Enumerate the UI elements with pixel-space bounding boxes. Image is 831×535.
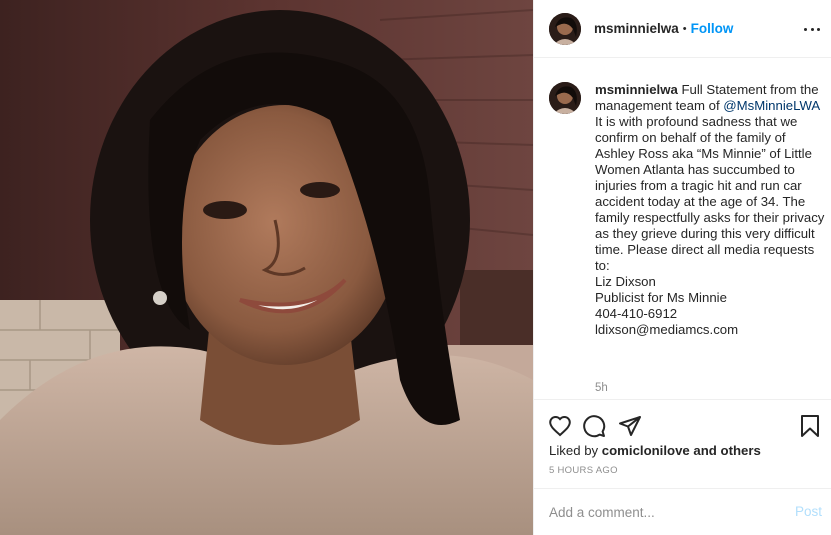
avatar[interactable] xyxy=(549,12,581,45)
liked-by-user[interactable]: comiclonilove xyxy=(602,443,690,458)
follow-button[interactable]: Follow xyxy=(691,21,734,36)
caption-text: msminnielwa Full Statement from the mana… xyxy=(595,82,825,338)
post-author-username[interactable]: msminnielwa xyxy=(594,21,679,36)
separator-dot: • xyxy=(682,22,687,35)
caption-username[interactable]: msminnielwa xyxy=(595,82,678,97)
share-icon[interactable] xyxy=(618,414,642,441)
bookmark-icon[interactable] xyxy=(798,414,822,441)
comment-icon[interactable] xyxy=(582,414,606,441)
post-photo[interactable] xyxy=(0,0,533,535)
comment-bar: Post xyxy=(534,488,831,535)
caption-time[interactable]: 5h xyxy=(595,382,608,394)
comment-input[interactable] xyxy=(549,501,769,523)
heart-icon[interactable] xyxy=(548,414,572,441)
liked-by-prefix: Liked by xyxy=(549,443,602,458)
liked-by-text: Liked by comiclonilove and others xyxy=(549,443,761,458)
liked-by-suffix[interactable]: and others xyxy=(690,443,760,458)
mention-link[interactable]: @MsMinnieLWA xyxy=(723,98,820,113)
post-date[interactable]: 5 HOURS AGO xyxy=(549,465,618,476)
post-actions: Liked by comiclonilove and others 5 HOUR… xyxy=(534,399,831,497)
caption-avatar[interactable] xyxy=(549,82,581,114)
avatar-image xyxy=(549,82,581,114)
caption-body: It is with profound sadness that we conf… xyxy=(595,114,825,337)
post-header: msminnielwa • Follow xyxy=(534,0,831,58)
avatar-image xyxy=(549,12,581,45)
ellipsis-icon[interactable] xyxy=(804,21,820,37)
post-side-panel: msminnielwa • Follow msminnielwa Full St… xyxy=(533,0,831,535)
portrait-image xyxy=(0,0,533,535)
instagram-post: msminnielwa • Follow msminnielwa Full St… xyxy=(0,0,831,535)
post-comment-button[interactable]: Post xyxy=(795,504,822,519)
